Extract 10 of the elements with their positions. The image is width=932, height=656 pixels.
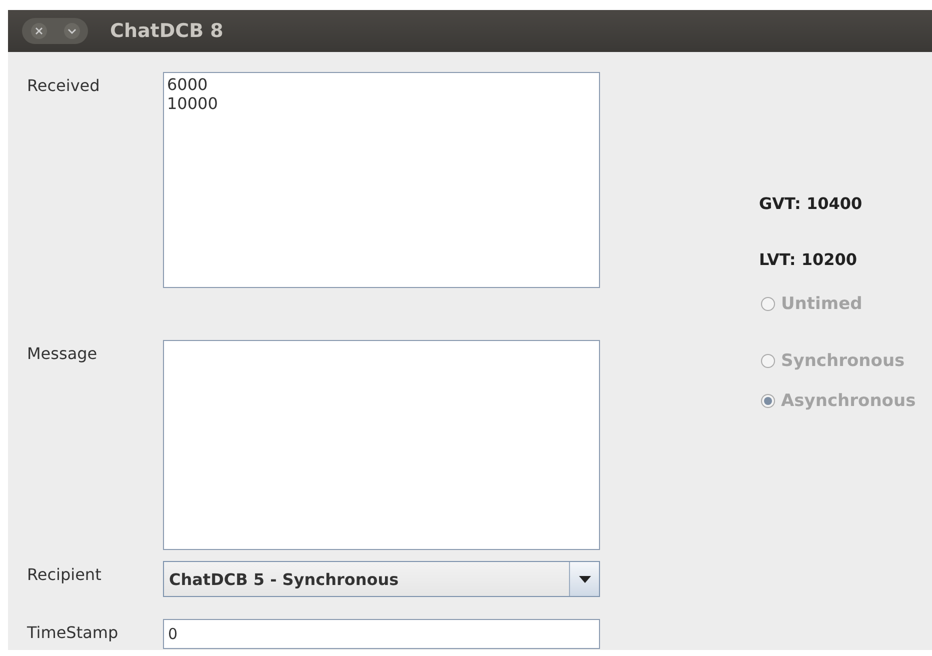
recipient-dropdown[interactable]: ChatDCB 5 - Synchronous [163,561,600,597]
field-label: TimeStamp [27,622,120,642]
received-text-area[interactable]: 6000 10000 [163,72,600,288]
timestamp-field[interactable]: 0 [163,619,600,649]
gvt-label: GVT: 10400 [759,194,862,213]
field-label: Message [27,343,98,363]
lvt-label: LVT: 10200 [759,250,858,269]
field-label: Recipient [27,564,102,584]
window-title: ChatDCB 8 [110,20,224,42]
field-label: Received [27,75,101,95]
